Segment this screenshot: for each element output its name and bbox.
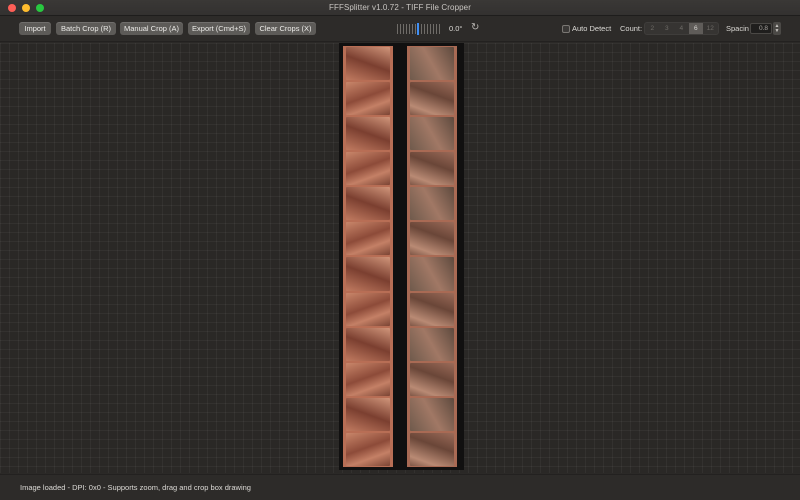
image-canvas[interactable] bbox=[0, 43, 800, 473]
export-button[interactable]: Export (Cmd+S) bbox=[188, 22, 250, 35]
minimize-window-button[interactable] bbox=[22, 4, 30, 12]
spacing-input[interactable]: 0.8 bbox=[750, 23, 772, 34]
stepper-icon[interactable]: ▲ ▼ bbox=[773, 22, 781, 35]
manual-crop-button[interactable]: Manual Crop (A) bbox=[120, 22, 183, 35]
film-frame bbox=[410, 292, 454, 326]
window-controls bbox=[8, 4, 44, 12]
count-option-3[interactable]: 3 bbox=[660, 23, 675, 34]
clear-crops-button[interactable]: Clear Crops (X) bbox=[255, 22, 316, 35]
film-frame bbox=[410, 187, 454, 221]
import-button[interactable]: Import bbox=[19, 22, 51, 35]
film-frame bbox=[346, 152, 390, 186]
film-frame bbox=[346, 292, 390, 326]
film-frame bbox=[346, 117, 390, 151]
film-frame bbox=[346, 257, 390, 291]
film-frame bbox=[346, 362, 390, 396]
film-frame bbox=[410, 327, 454, 361]
film-frame bbox=[410, 152, 454, 186]
film-frame bbox=[346, 47, 390, 81]
film-frame bbox=[346, 327, 390, 361]
spacing-label: Spacin bbox=[726, 24, 749, 33]
count-label: Count: bbox=[620, 24, 643, 33]
rotation-slider[interactable] bbox=[397, 23, 441, 35]
close-window-button[interactable] bbox=[8, 4, 16, 12]
film-frame bbox=[346, 187, 390, 221]
film-frame bbox=[346, 82, 390, 116]
film-frame bbox=[346, 397, 390, 431]
status-bar: Image loaded - DPI: 0x0 - Supports zoom,… bbox=[0, 474, 800, 500]
film-frame bbox=[410, 362, 454, 396]
auto-detect-label: Auto Detect bbox=[572, 24, 612, 33]
film-frame bbox=[410, 47, 454, 81]
rotation-slider-thumb[interactable] bbox=[417, 23, 419, 35]
film-frame bbox=[346, 432, 390, 466]
auto-detect-checkbox[interactable] bbox=[562, 25, 570, 33]
film-strip-left bbox=[343, 46, 393, 467]
film-frame bbox=[410, 222, 454, 256]
rotate-icon[interactable]: ↻ bbox=[471, 22, 479, 33]
count-option-4[interactable]: 4 bbox=[674, 23, 689, 34]
film-frame bbox=[410, 432, 454, 466]
title-bar: FFFSplitter v1.0.72 - TIFF File Cropper bbox=[0, 0, 800, 16]
film-frame bbox=[410, 117, 454, 151]
maximize-window-button[interactable] bbox=[36, 4, 44, 12]
count-option-6[interactable]: 6 bbox=[688, 23, 703, 34]
count-segmented-control: 2 3 4 6 12 bbox=[644, 22, 719, 35]
rotation-value: 0.0° bbox=[449, 24, 463, 33]
film-scan-image[interactable] bbox=[339, 43, 464, 470]
film-frame bbox=[410, 397, 454, 431]
film-frame bbox=[410, 82, 454, 116]
status-text: Image loaded - DPI: 0x0 - Supports zoom,… bbox=[20, 483, 251, 492]
toolbar: Import Batch Crop (R) Manual Crop (A) Ex… bbox=[0, 16, 800, 42]
count-option-2[interactable]: 2 bbox=[645, 23, 660, 34]
count-option-12[interactable]: 12 bbox=[703, 23, 718, 34]
batch-crop-button[interactable]: Batch Crop (R) bbox=[56, 22, 116, 35]
window-title: FFFSplitter v1.0.72 - TIFF File Cropper bbox=[328, 3, 471, 12]
app-window: FFFSplitter v1.0.72 - TIFF File Cropper … bbox=[0, 0, 800, 500]
film-strip-right bbox=[407, 46, 457, 467]
film-frame bbox=[410, 257, 454, 291]
film-frame bbox=[346, 222, 390, 256]
